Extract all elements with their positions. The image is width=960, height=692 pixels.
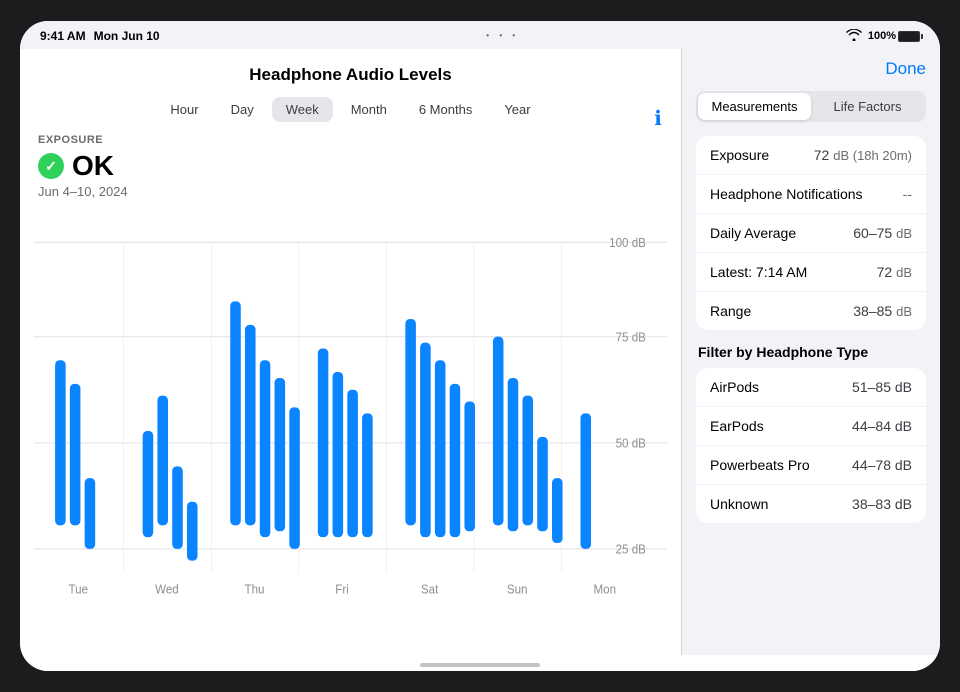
time: 9:41 AM	[40, 29, 86, 43]
unknown-label: Unknown	[710, 496, 768, 512]
powerbeats-value: 44–78 dB	[852, 457, 912, 473]
metric-range: Range 38–85 dB	[696, 292, 926, 330]
done-button[interactable]: Done	[696, 59, 926, 79]
metric-daily-label: Daily Average	[710, 225, 796, 241]
battery-percent: 100%	[868, 30, 896, 42]
metric-daily-average: Daily Average 60–75 dB	[696, 214, 926, 253]
metrics-card: Exposure 72 dB (18h 20m) Headphone Notif…	[696, 136, 926, 330]
right-panel: Done Measurements Life Factors Exposure …	[682, 49, 940, 655]
tab-month[interactable]: Month	[337, 97, 401, 122]
metric-exposure-value: 72 dB (18h 20m)	[814, 147, 912, 163]
metric-notifications-value: --	[903, 186, 912, 202]
airpods-label: AirPods	[710, 379, 759, 395]
svg-text:Sat: Sat	[421, 582, 439, 597]
metric-latest-label: Latest: 7:14 AM	[710, 264, 807, 280]
time-tabs: Hour Day Week Month 6 Months Year	[38, 97, 663, 122]
chart-svg: 100 dB 75 dB 50 dB 25 dB Tue Wed Thu Fri	[34, 207, 667, 655]
svg-text:25 dB: 25 dB	[616, 542, 646, 557]
chart-container: 100 dB 75 dB 50 dB 25 dB Tue Wed Thu Fri	[34, 207, 667, 655]
powerbeats-label: Powerbeats Pro	[710, 457, 810, 473]
metric-headphone-notifications: Headphone Notifications --	[696, 175, 926, 214]
svg-text:Tue: Tue	[69, 582, 89, 597]
metric-notifications-label: Headphone Notifications	[710, 186, 863, 202]
dots-indicator: • • •	[486, 31, 519, 42]
date: Mon Jun 10	[94, 29, 160, 43]
svg-text:75 dB: 75 dB	[616, 330, 646, 345]
svg-text:100 dB: 100 dB	[609, 235, 646, 250]
airpods-value: 51–85 dB	[852, 379, 912, 395]
tab-day[interactable]: Day	[217, 97, 268, 122]
svg-text:Fri: Fri	[335, 582, 349, 597]
metric-latest-value: 72 dB	[877, 264, 912, 280]
info-button[interactable]: ℹ	[645, 105, 671, 131]
status-bar: 9:41 AM Mon Jun 10 • • • 100%	[20, 21, 940, 49]
tab-year[interactable]: Year	[490, 97, 544, 122]
svg-text:Sun: Sun	[507, 582, 528, 597]
battery-indicator: 100%	[868, 30, 920, 42]
metric-exposure: Exposure 72 dB (18h 20m)	[696, 136, 926, 175]
tablet-frame: 9:41 AM Mon Jun 10 • • • 100% Headph	[20, 21, 940, 671]
svg-text:50 dB: 50 dB	[616, 436, 646, 451]
left-panel: Headphone Audio Levels Hour Day Week Mon…	[20, 49, 682, 655]
content-area: Headphone Audio Levels Hour Day Week Mon…	[20, 49, 940, 655]
filter-earpods: EarPods 44–84 dB	[696, 407, 926, 446]
filter-airpods: AirPods 51–85 dB	[696, 368, 926, 407]
metric-latest: Latest: 7:14 AM 72 dB	[696, 253, 926, 292]
filter-powerbeats: Powerbeats Pro 44–78 dB	[696, 446, 926, 485]
segment-life-factors[interactable]: Life Factors	[811, 93, 924, 120]
home-indicator	[20, 655, 940, 671]
date-range: Jun 4–10, 2024	[38, 184, 663, 199]
status-left: 9:41 AM Mon Jun 10	[40, 29, 160, 43]
metric-range-value: 38–85 dB	[853, 303, 912, 319]
segment-control: Measurements Life Factors	[696, 91, 926, 122]
svg-text:Wed: Wed	[155, 582, 179, 597]
exposure-status: ✓ OK	[38, 150, 663, 182]
filter-unknown: Unknown 38–83 dB	[696, 485, 926, 523]
metric-range-label: Range	[710, 303, 751, 319]
home-bar[interactable]	[420, 663, 540, 667]
svg-text:Mon: Mon	[593, 582, 616, 597]
check-icon: ✓	[38, 153, 64, 179]
unknown-value: 38–83 dB	[852, 496, 912, 512]
page-title: Headphone Audio Levels	[38, 63, 663, 97]
metric-daily-value: 60–75 dB	[853, 225, 912, 241]
tab-hour[interactable]: Hour	[156, 97, 212, 122]
tab-6months[interactable]: 6 Months	[405, 97, 486, 122]
earpods-value: 44–84 dB	[852, 418, 912, 434]
filter-card: AirPods 51–85 dB EarPods 44–84 dB Powerb…	[696, 368, 926, 523]
svg-text:Thu: Thu	[244, 582, 264, 597]
metric-exposure-label: Exposure	[710, 147, 769, 163]
battery-fill	[899, 32, 919, 41]
wifi-icon	[846, 29, 862, 44]
battery-bar	[898, 31, 920, 42]
exposure-label: EXPOSURE	[38, 134, 663, 146]
ok-text: OK	[72, 150, 114, 182]
filter-section-title: Filter by Headphone Type	[696, 344, 926, 360]
segment-measurements[interactable]: Measurements	[698, 93, 811, 120]
tab-week[interactable]: Week	[272, 97, 333, 122]
status-right: 100%	[846, 29, 920, 44]
earpods-label: EarPods	[710, 418, 764, 434]
